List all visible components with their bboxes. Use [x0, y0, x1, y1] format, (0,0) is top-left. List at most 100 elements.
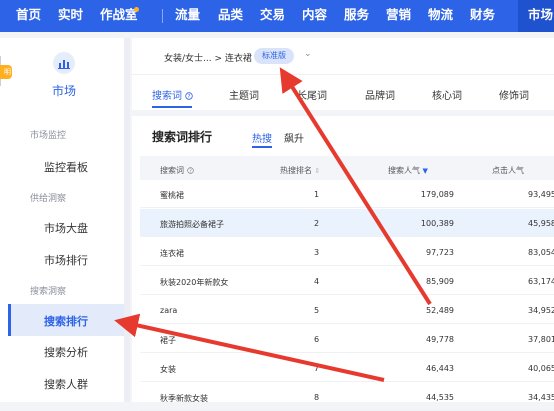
table-row[interactable]: 旅游拍照必备裙子 2 100,389 45,958 [140, 209, 554, 237]
column-header-label: 搜索词 [160, 166, 184, 175]
table-row[interactable]: 秋装2020年新款女 4 85,909 63,174 [140, 267, 554, 295]
category-breadcrumb[interactable]: 女装/女士... > 连衣裙 [164, 51, 252, 64]
table-row[interactable]: 裙子 6 49,778 37,801 [140, 325, 554, 353]
active-tab-indicator [152, 106, 192, 108]
cell-click-popularity: 37,801 [528, 335, 554, 344]
cell-click-popularity: 34,952 [528, 306, 554, 315]
topnav-service[interactable]: 服务 [344, 0, 369, 32]
subtab-rising[interactable]: 飙升 [284, 130, 304, 145]
cell-search-term[interactable]: 蜜桃裙 [160, 190, 184, 201]
topnav-realtime[interactable]: 实时 [58, 0, 83, 32]
sidebar-item-search-audience[interactable]: 搜索人群 [44, 376, 88, 392]
cell-click-popularity: 45,958 [528, 219, 554, 228]
divider [132, 74, 554, 75]
cell-click-popularity: 34,435 [528, 393, 554, 402]
cell-search-term[interactable]: zara [160, 306, 177, 315]
cell-click-popularity: 40,065 [528, 364, 554, 373]
topnav-logistics[interactable]: 物流 [428, 0, 453, 32]
active-subtab-indicator [252, 146, 272, 148]
column-header-search-popularity[interactable]: 搜索人气 ▼ [388, 165, 428, 176]
sort-icon: ⇕ [314, 167, 321, 175]
tab-search-term[interactable]: 搜索词 ? [152, 87, 193, 102]
help-icon: ? [186, 167, 194, 174]
cell-hot-rank: 4 [314, 277, 320, 286]
topnav-war-room[interactable]: 作战室 [100, 0, 138, 32]
notification-dot [134, 7, 139, 12]
cell-search-popularity: 85,909 [426, 277, 454, 286]
subtab-hot-search[interactable]: 热搜 [252, 130, 272, 145]
cell-click-popularity: 83,054 [528, 248, 554, 257]
tab-theme-term[interactable]: 主题词 [229, 87, 259, 102]
sidebar-item-search-ranking[interactable]: 搜索排行 [44, 313, 88, 329]
sidebar-market-label: 市场 [51, 84, 76, 98]
table-row[interactable]: 女装 7 46,443 40,065 [140, 354, 554, 382]
column-header-label: 热搜排名 [280, 166, 312, 175]
sidebar-item-market-ranking[interactable]: 市场排行 [44, 252, 88, 268]
topnav-marketing[interactable]: 营销 [386, 0, 411, 32]
tab-modifier-term[interactable]: 修饰词 [499, 87, 529, 102]
sidebar: 明 市场 市场监控 监控看板 供给洞察 市场大盘 市场排行 搜索洞察 搜索排行 … [0, 38, 124, 402]
cell-hot-rank: 5 [314, 306, 320, 315]
cell-search-term[interactable]: 秋装2020年新款女 [160, 277, 228, 288]
cell-search-popularity: 100,389 [420, 219, 454, 228]
topnav-transaction[interactable]: 交易 [260, 0, 285, 32]
table-row[interactable]: 蜜桃裙 1 179,089 93,495 [140, 180, 554, 208]
help-icon: ? [185, 92, 193, 100]
topnav-home[interactable]: 首页 [16, 0, 41, 32]
sidebar-item-search-analysis[interactable]: 搜索分析 [44, 344, 88, 360]
topnav-divider [162, 9, 163, 23]
cell-search-term[interactable]: 秋季新款女装 [160, 393, 208, 404]
cell-hot-rank: 1 [314, 190, 320, 199]
category-panel: 女装/女士... > 连衣裙 标准版 ⌄ 搜索词 ? 主题词 长尾词 品牌词 核… [132, 38, 554, 110]
table-row[interactable]: 秋季新款女装 8 44,535 34,435 [140, 383, 554, 411]
cell-click-popularity: 93,495 [528, 190, 554, 199]
cell-search-popularity: 46,443 [426, 364, 454, 373]
cell-click-popularity: 63,174 [528, 277, 554, 286]
sidebar-badge[interactable]: 明 [0, 65, 12, 79]
topnav-market[interactable]: 市场 [528, 0, 553, 32]
cell-search-term[interactable]: 连衣裙 [160, 248, 184, 259]
sidebar-item-monitor-board[interactable]: 监控看板 [44, 159, 88, 175]
version-badge[interactable]: 标准版 [254, 48, 294, 64]
cell-hot-rank: 6 [314, 335, 320, 344]
topnav-category[interactable]: 品类 [218, 0, 243, 32]
svg-text:?: ? [189, 168, 192, 174]
topnav-traffic[interactable]: 流量 [175, 0, 200, 32]
cell-search-term[interactable]: 裙子 [160, 335, 176, 346]
search-ranking-panel: 搜索词排行 热搜 飙升 搜索词 ? 热搜排名 ⇕ 搜索人气 ▼ 点击人气 蜜桃裙… [132, 116, 554, 411]
cell-hot-rank: 3 [314, 248, 320, 257]
tab-brand-term[interactable]: 品牌词 [365, 87, 395, 102]
column-header-click-popularity[interactable]: 点击人气 [492, 165, 524, 176]
sidebar-group-search-insight: 搜索洞察 [30, 287, 67, 297]
cell-search-popularity: 97,723 [426, 248, 454, 257]
sidebar-group-supply-insight: 供给洞察 [30, 194, 67, 204]
cell-search-popularity: 49,778 [426, 335, 454, 344]
cell-search-popularity: 179,089 [420, 190, 454, 199]
cell-search-popularity: 52,489 [426, 306, 454, 315]
tab-label: 搜索词 [152, 91, 182, 102]
sort-desc-icon: ▼ [422, 167, 428, 175]
sidebar-scrollbar[interactable] [124, 38, 130, 402]
tab-core-term[interactable]: 核心词 [432, 87, 462, 102]
panel-title: 搜索词排行 [152, 130, 213, 144]
topnav-finance[interactable]: 财务 [470, 0, 495, 32]
sidebar-item-market-overview[interactable]: 市场大盘 [44, 220, 88, 236]
sidebar-group-market-monitor: 市场监控 [30, 131, 67, 141]
cell-hot-rank: 2 [314, 219, 320, 228]
svg-text:?: ? [188, 94, 191, 100]
top-navigation-bar: 首页 实时 作战室 流量 品类 交易 内容 服务 营销 物流 财务 市场 [0, 0, 554, 32]
cell-hot-rank: 7 [314, 364, 320, 373]
cell-hot-rank: 8 [314, 393, 320, 402]
column-header-label: 搜索人气 [388, 166, 420, 175]
column-header-hot-rank[interactable]: 热搜排名 ⇕ [280, 165, 320, 176]
table-row[interactable]: 连衣裙 3 97,723 83,054 [140, 238, 554, 266]
market-icon [53, 52, 75, 74]
chevron-down-icon[interactable]: ⌄ [304, 49, 312, 59]
topnav-content[interactable]: 内容 [302, 0, 327, 32]
tab-longtail-term[interactable]: 长尾词 [297, 87, 327, 102]
table-row[interactable]: zara 5 52,489 34,952 [140, 296, 554, 324]
column-header-search-term[interactable]: 搜索词 ? [160, 165, 194, 176]
cell-search-term[interactable]: 女装 [160, 364, 176, 375]
cell-search-term[interactable]: 旅游拍照必备裙子 [160, 219, 224, 230]
cell-search-popularity: 44,535 [426, 393, 454, 402]
